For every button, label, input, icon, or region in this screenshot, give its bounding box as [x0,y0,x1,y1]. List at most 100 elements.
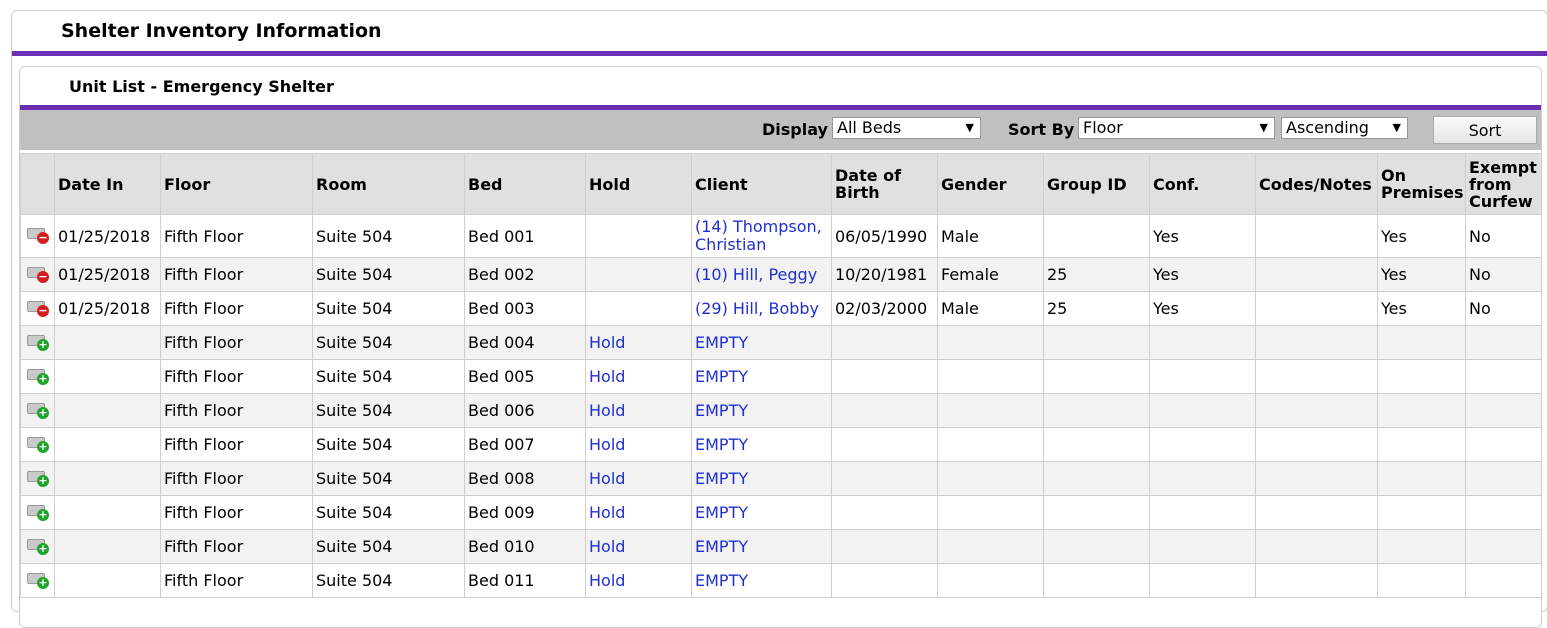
client-link[interactable]: EMPTY [695,333,748,352]
bed-cell: Bed 008 [464,461,586,496]
row-action-cell: − [20,214,55,258]
bed-cell: Bed 011 [464,563,586,598]
bed-cell: Bed 007 [464,427,586,462]
dob-cell: 06/05/1990 [835,226,928,246]
client-cell: EMPTY [691,529,832,564]
table-row: + Fifth Floor Suite 504 Bed 011 Hold EMPTY [20,563,1541,598]
codes-notes-cell [1255,529,1378,564]
floor-cell: Fifth Floor [160,359,313,394]
bed-add-icon[interactable]: + [24,398,50,420]
column-header: Bed [464,153,586,215]
dob-cell: 02/03/2000 [835,299,928,318]
dob-cell: 02/03/2000 [831,291,938,326]
client-link[interactable]: EMPTY [695,537,748,556]
group-id-cell: 25 [1043,257,1150,292]
sortby-label: Sort By [1008,120,1075,139]
bed-add-icon[interactable]: + [24,466,50,488]
client-link[interactable]: EMPTY [695,469,748,488]
room-cell: Suite 504 [312,461,465,496]
room-cell: Suite 504 [312,257,465,292]
group-id-cell [1043,325,1150,360]
client-link[interactable]: EMPTY [695,435,748,454]
client-link[interactable]: EMPTY [695,571,748,590]
hold-link[interactable]: Hold [589,571,625,590]
conf-cell: Yes [1153,265,1179,284]
bed-remove-icon[interactable]: − [24,296,50,318]
bed-remove-icon[interactable]: − [24,223,50,245]
hold-link[interactable]: Hold [589,435,625,454]
hold-cell [585,257,692,292]
room-cell: Suite 504 [316,503,393,522]
group-id-cell [1043,461,1150,496]
client-link[interactable]: (29) Hill, Bobby [695,299,819,318]
client-link[interactable]: (14) Thompson, Christian [695,217,822,254]
floor-cell: Fifth Floor [164,265,244,284]
conf-cell [1149,359,1256,394]
exempt-curfew-cell: No [1469,265,1491,284]
client-cell: (29) Hill, Bobby [691,291,832,326]
client-link[interactable]: EMPTY [695,503,748,522]
sortby-select[interactable]: Floor ▼ [1078,117,1275,139]
column-header: On Premises [1377,153,1466,215]
room-cell: Suite 504 [312,325,465,360]
room-cell: Suite 504 [316,469,393,488]
dob-cell [831,393,938,428]
client-cell: EMPTY [691,359,832,394]
unit-list-table: Date In Floor Room Bed Hold Client Date of Bir… [20,153,1541,598]
unit-list-title: Unit List - Emergency Shelter [69,76,334,96]
column-header: Group ID [1043,153,1150,215]
bed-add-icon[interactable]: + [24,534,50,556]
conf-cell: Yes [1153,226,1179,246]
display-select[interactable]: All Beds ▼ [832,117,981,139]
sort-order-value: Ascending [1286,118,1369,137]
conf-cell: Yes [1149,214,1256,258]
hold-link[interactable]: Hold [589,367,625,386]
room-cell: Suite 504 [316,537,393,556]
table-row: + Fifth Floor Suite 504 Bed 006 Hold EMPTY [20,393,1541,428]
hold-link[interactable]: Hold [589,503,625,522]
bed-add-icon[interactable]: + [24,500,50,522]
gender-cell [937,325,1044,360]
sort-order-select[interactable]: Ascending ▼ [1281,117,1408,139]
room-cell: Suite 504 [316,265,393,284]
room-cell: Suite 504 [312,563,465,598]
date-in-cell [54,495,161,530]
codes-notes-cell [1255,214,1378,258]
exempt-curfew-cell [1465,461,1541,496]
exempt-curfew-cell: No [1465,214,1541,258]
date-in-cell [54,529,161,564]
hold-link[interactable]: Hold [589,469,625,488]
client-link[interactable]: (10) Hill, Peggy [695,265,817,284]
client-link[interactable]: EMPTY [695,367,748,386]
group-id-cell [1043,427,1150,462]
gender-cell [937,529,1044,564]
floor-cell: Fifth Floor [160,257,313,292]
gender-cell [937,393,1044,428]
on-premises-cell [1377,461,1466,496]
bed-cell: Bed 007 [468,435,535,454]
codes-notes-cell [1255,291,1378,326]
hold-link[interactable]: Hold [589,401,625,420]
group-id-cell [1043,495,1150,530]
hold-link[interactable]: Hold [589,537,625,556]
chevron-down-icon: ▼ [965,121,974,134]
exempt-curfew-cell [1465,325,1541,360]
bed-add-icon[interactable]: + [24,432,50,454]
client-link[interactable]: EMPTY [695,401,748,420]
on-premises-cell [1377,325,1466,360]
chevron-down-icon: ▼ [1259,121,1268,134]
group-id-cell: 25 [1047,299,1068,318]
sort-button[interactable]: Sort [1433,116,1537,144]
hold-link[interactable]: Hold [589,333,625,352]
bed-add-icon[interactable]: + [24,330,50,352]
shelter-inventory-panel: Shelter Inventory Information Unit List … [11,10,1547,628]
hold-cell: Hold [585,461,692,496]
bed-add-icon[interactable]: + [24,364,50,386]
bed-cell: Bed 002 [464,257,586,292]
room-cell: Suite 504 [316,226,393,246]
bed-add-icon[interactable]: + [24,568,50,590]
on-premises-cell: Yes [1381,265,1407,284]
bed-remove-icon[interactable]: − [24,262,50,284]
date-in-cell [54,461,161,496]
gender-cell: Male [937,214,1044,258]
